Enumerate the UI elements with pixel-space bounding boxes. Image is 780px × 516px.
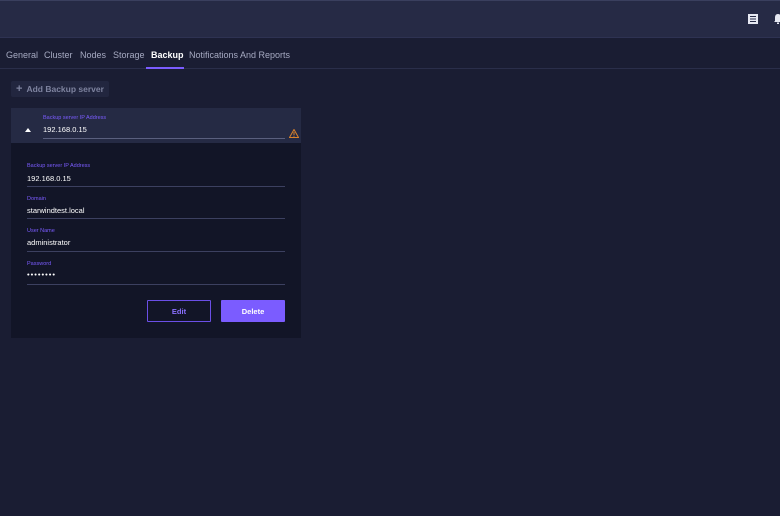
active-tab-indicator (146, 67, 184, 69)
list-icon[interactable] (747, 12, 761, 26)
header-underline (43, 138, 285, 139)
bell-icon[interactable] (772, 12, 780, 26)
ip-address-underline (27, 186, 285, 187)
domain-underline (27, 218, 285, 219)
delete-button[interactable]: Delete (221, 300, 285, 322)
user-name-field[interactable]: administrator (27, 238, 70, 247)
add-backup-server-button[interactable]: + Add Backup server (11, 81, 109, 97)
user-name-label: User Name (27, 228, 55, 234)
password-label: Password (27, 261, 52, 267)
warning-icon (288, 125, 300, 138)
tab-cluster[interactable]: Cluster (44, 50, 73, 60)
ip-address-field[interactable]: 192.168.0.15 (27, 174, 71, 183)
top-bar (0, 0, 780, 38)
password-field[interactable]: •••••••• (27, 270, 56, 279)
add-backup-server-label: Add Backup server (26, 84, 104, 94)
ip-address-label: Backup server IP Address (27, 163, 91, 169)
tab-nodes[interactable]: Nodes (80, 50, 106, 60)
backup-server-card-header[interactable]: Backup server IP Address 192.168.0.15 (11, 108, 301, 143)
domain-field[interactable]: starwindtest.local (27, 206, 85, 215)
tab-storage[interactable]: Storage (113, 50, 145, 60)
header-ip-label: Backup server IP Address (43, 115, 107, 121)
edit-button[interactable]: Edit (147, 300, 211, 322)
tab-notifications-and-reports[interactable]: Notifications And Reports (189, 50, 290, 60)
chevron-up-icon[interactable] (24, 121, 32, 132)
tab-backup[interactable]: Backup (151, 50, 184, 60)
tab-general[interactable]: General (6, 50, 38, 60)
plus-icon: + (16, 82, 23, 95)
password-underline (27, 284, 285, 285)
header-ip-value: 192.168.0.15 (43, 125, 87, 134)
user-name-underline (27, 251, 285, 252)
backup-server-card: Backup server IP Address 192.168.0.15 Ba… (11, 108, 301, 338)
domain-label: Domain (27, 196, 46, 202)
tab-bar: General Cluster Nodes Storage Backup Not… (0, 38, 780, 69)
